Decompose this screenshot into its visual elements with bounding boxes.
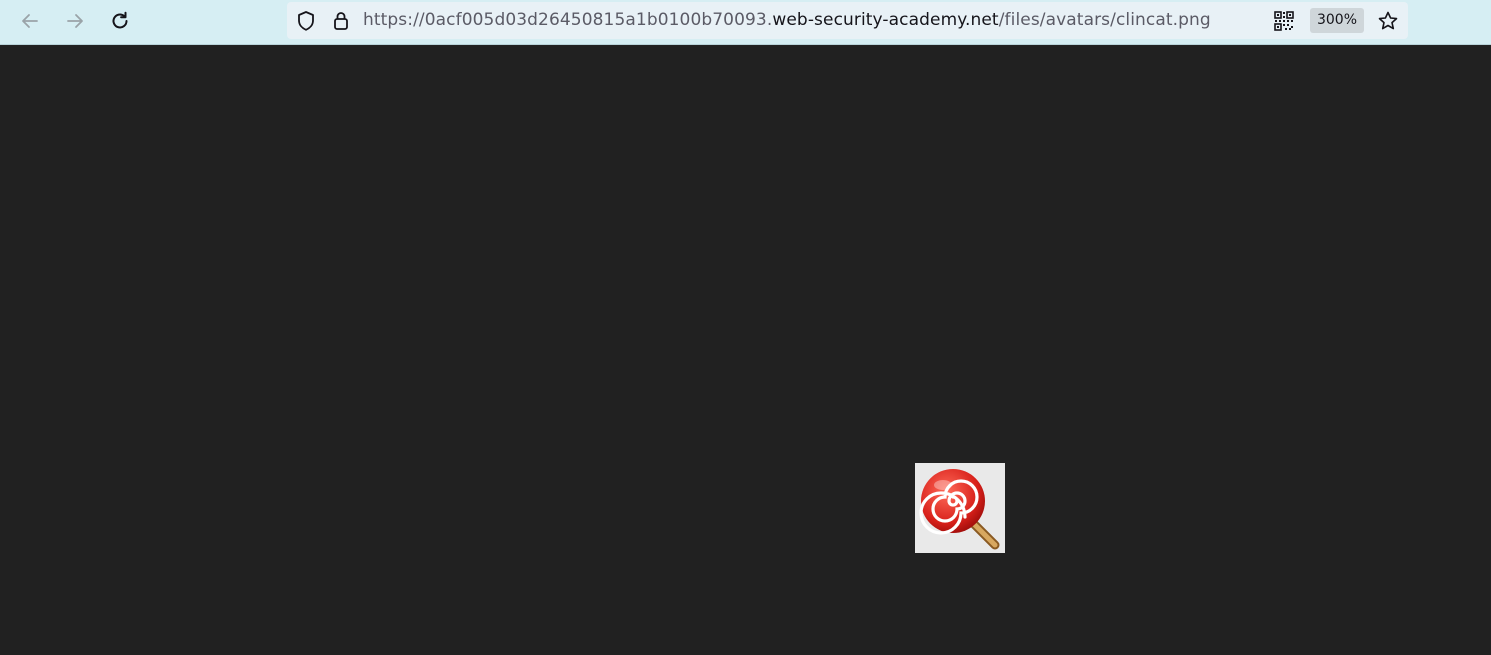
arrow-right-icon: [67, 14, 83, 28]
url-domain: web-security-academy.net: [772, 10, 999, 30]
shield-icon[interactable]: [295, 10, 317, 32]
address-bar[interactable]: https://0acf005d03d26450815a1b0100b70093…: [287, 2, 1408, 39]
url-path: /files/avatars/clincat.png: [998, 10, 1211, 30]
reload-button[interactable]: [105, 6, 135, 36]
browser-toolbar: https://0acf005d03d26450815a1b0100b70093…: [0, 0, 1491, 45]
image-viewer: [0, 46, 1491, 655]
url-text[interactable]: https://0acf005d03d26450815a1b0100b70093…: [363, 2, 1211, 39]
lock-icon[interactable]: [330, 10, 352, 32]
avatar-image[interactable]: [915, 463, 1005, 553]
star-icon[interactable]: [1377, 10, 1399, 32]
reload-icon: [112, 11, 128, 29]
forward-button[interactable]: [60, 6, 90, 36]
arrow-left-icon: [22, 14, 38, 28]
lollipop-icon: [919, 469, 1000, 550]
zoom-level-button[interactable]: 300%: [1310, 8, 1364, 33]
back-button[interactable]: [15, 6, 45, 36]
url-prefix: https://0acf005d03d26450815a1b0100b70093…: [363, 10, 773, 30]
qr-code-icon[interactable]: [1273, 10, 1295, 32]
